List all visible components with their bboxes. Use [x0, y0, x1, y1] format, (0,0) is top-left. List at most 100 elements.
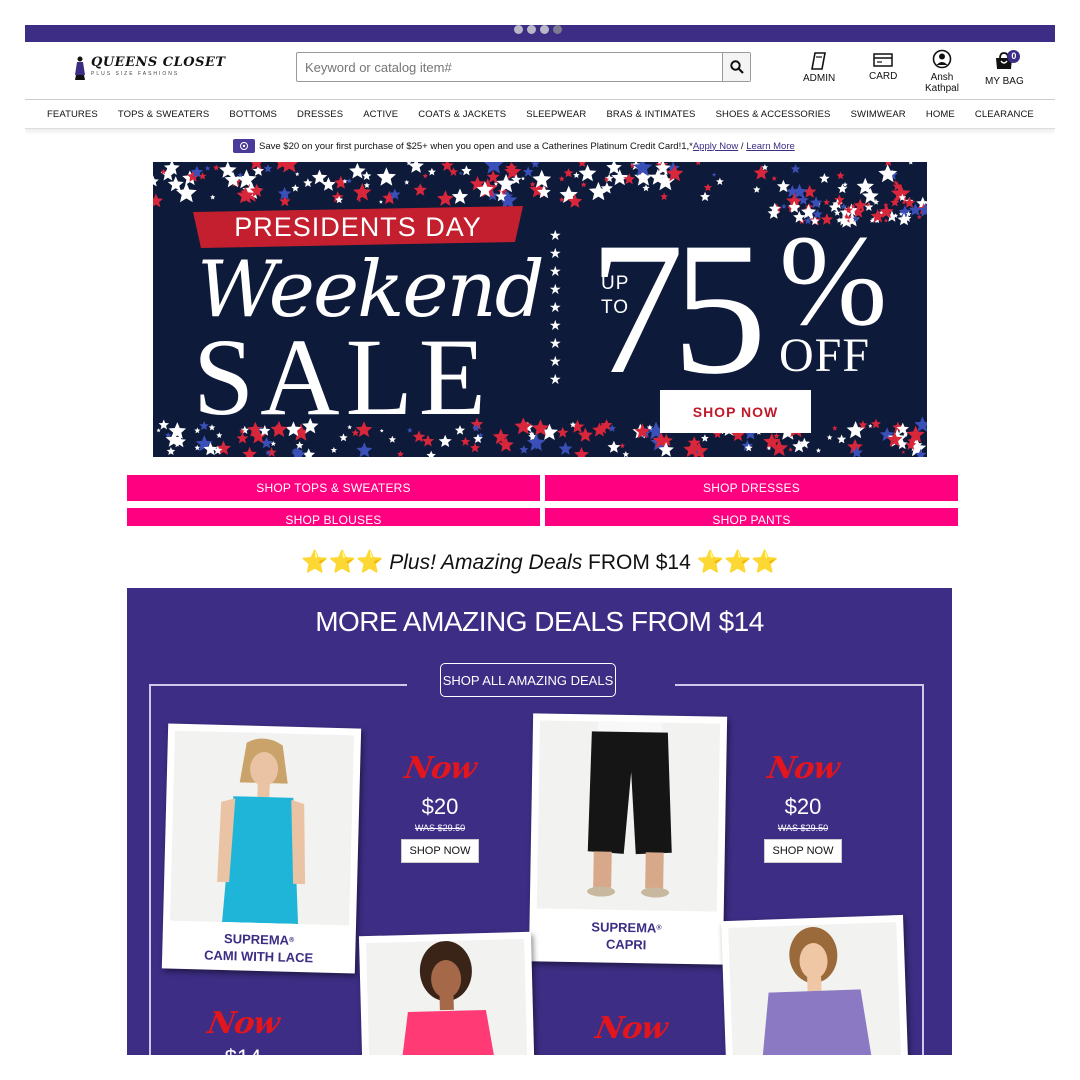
- decor-star: [563, 168, 574, 178]
- discount-number: 75: [589, 204, 767, 414]
- decor-star: [885, 162, 892, 166]
- learn-more-link[interactable]: Learn More: [746, 141, 795, 152]
- carousel-dot[interactable]: [527, 25, 536, 34]
- plus-deals-heading[interactable]: ⭐⭐⭐ Plus! Amazing Deals FROM $14 ⭐⭐⭐: [25, 549, 1055, 575]
- nav-item-dresses[interactable]: DRESSES: [297, 109, 343, 120]
- decor-star: [580, 181, 587, 188]
- nav-item-active[interactable]: ACTIVE: [363, 109, 398, 120]
- decor-star: [397, 450, 404, 457]
- product-image-capri[interactable]: [536, 720, 721, 912]
- stars-right: ⭐⭐⭐: [696, 549, 779, 574]
- decor-star: [346, 178, 352, 184]
- carousel-dot[interactable]: [514, 25, 523, 34]
- decor-star: [321, 177, 336, 191]
- logo[interactable]: QUEENS CLOSET PLUS SIZE FASHIONS: [73, 55, 226, 81]
- decor-star: [574, 446, 589, 457]
- sale-heading: SALE: [193, 316, 492, 438]
- price-block-tee-2: Now: [571, 1011, 691, 1046]
- product-image-cami[interactable]: [170, 730, 354, 926]
- product-card-capri[interactable]: SUPREMA® CAPRI: [528, 713, 728, 965]
- shop-pants-button[interactable]: SHOP PANTS: [545, 508, 958, 526]
- product-image-purple-tee[interactable]: [728, 922, 902, 1055]
- frame-line: [149, 684, 407, 686]
- decor-star: [422, 173, 428, 179]
- shop-all-deals-button[interactable]: SHOP ALL AMAZING DEALS: [440, 663, 616, 697]
- model-photo-cami: [170, 730, 354, 926]
- decor-star: [250, 162, 263, 170]
- shop-blouses-button[interactable]: SHOP BLOUSES: [127, 508, 540, 526]
- decor-star: [408, 162, 424, 173]
- product-brand: SUPREMA: [223, 931, 290, 948]
- hero-shop-now-button[interactable]: SHOP NOW: [660, 390, 811, 433]
- decor-star: [870, 418, 882, 429]
- decor-star: [158, 419, 169, 430]
- shop-now-button[interactable]: SHOP NOW: [763, 839, 843, 863]
- notebook-icon: [811, 52, 827, 70]
- decor-star: [470, 442, 480, 453]
- decor-star: [908, 162, 913, 165]
- model-photo-purple-tee: [728, 922, 902, 1055]
- carousel-dots: [514, 25, 562, 34]
- decor-star: [330, 446, 337, 453]
- decor-star: [836, 434, 847, 444]
- decor-star: [695, 162, 701, 166]
- frame-line: [922, 684, 924, 1055]
- presidents-day-banner[interactable]: PRESIDENTS DAY Weekend SALE ★ ★ ★ ★ ★ ★ ★ ★ ★ UP…: [153, 162, 927, 457]
- credit-card-icon: [873, 53, 893, 67]
- carousel-dot[interactable]: [540, 25, 549, 34]
- nav-item-home[interactable]: HOME: [926, 109, 955, 120]
- shop-now-button[interactable]: SHOP NOW: [400, 839, 480, 863]
- shop-dresses-button[interactable]: SHOP DRESSES: [545, 475, 958, 501]
- decor-star: [356, 442, 373, 457]
- apply-now-link[interactable]: Apply Now: [693, 141, 738, 152]
- search-input[interactable]: [297, 53, 722, 81]
- decor-star: [607, 440, 621, 453]
- decor-star: [458, 171, 463, 175]
- nav-item-bras-intimates[interactable]: BRAS & INTIMATES: [606, 109, 695, 120]
- was-price: WAS $29.50: [414, 823, 466, 833]
- decor-star: [362, 171, 372, 181]
- nav-item-swimwear[interactable]: SWIMWEAR: [851, 109, 906, 120]
- nav-item-clearance[interactable]: CLEARANCE: [975, 109, 1034, 120]
- product-image-pink-tee[interactable]: [366, 938, 528, 1055]
- decor-star: [558, 441, 573, 455]
- ribbon-text: PRESIDENTS DAY: [234, 211, 482, 242]
- decor-star: [716, 177, 724, 185]
- admin-link[interactable]: ADMIN: [803, 52, 835, 84]
- product-card-cami[interactable]: SUPREMA® CAMI WITH LACE: [161, 723, 362, 974]
- was-price: WAS $29.50: [777, 823, 829, 833]
- nav-item-coats-jackets[interactable]: COATS & JACKETS: [418, 109, 506, 120]
- admin-label: ADMIN: [803, 73, 836, 84]
- nav-item-bottoms[interactable]: BOTTOMS: [229, 109, 277, 120]
- decor-star: [522, 166, 534, 177]
- decor-star: [532, 169, 552, 188]
- decor-star: [573, 171, 580, 178]
- account-link[interactable]: Ansh Kathpal: [925, 49, 959, 94]
- decor-star: [557, 426, 569, 438]
- nav-item-tops-sweaters[interactable]: TOPS & SWEATERS: [118, 109, 209, 120]
- carousel-dot-active[interactable]: [553, 25, 562, 34]
- shop-tops-sweaters-button[interactable]: SHOP TOPS & SWEATERS: [127, 475, 540, 501]
- amazing-deals-section: MORE AMAZING DEALS FROM $14 SHOP ALL AMA…: [127, 588, 952, 1055]
- card-link[interactable]: CARD: [869, 52, 897, 82]
- decor-star: [194, 444, 201, 451]
- decor-star: [242, 446, 257, 457]
- decor-star: [440, 162, 454, 171]
- decor-star: [642, 184, 650, 192]
- product-card-purple-tee[interactable]: [721, 914, 909, 1055]
- product-name-cami[interactable]: SUPREMA® CAMI WITH LACE: [162, 928, 356, 967]
- decor-star: [413, 183, 427, 196]
- nav-item-features[interactable]: FEATURES: [47, 109, 98, 120]
- model-photo-capri: [536, 720, 721, 912]
- promo-text: Save $20 on your first purchase of $25+ …: [259, 140, 693, 152]
- decor-star: [153, 175, 159, 187]
- nav-item-shoes-accessories[interactable]: SHOES & ACCESSORIES: [716, 109, 831, 120]
- decor-star: [303, 178, 313, 187]
- bag-link[interactable]: 0 MY BAG: [985, 50, 1024, 87]
- product-card-pink-tee[interactable]: [358, 931, 536, 1055]
- nav-item-sleepwear[interactable]: SLEEPWEAR: [526, 109, 586, 120]
- search-bar: [296, 52, 751, 82]
- decor-star: [578, 162, 587, 167]
- search-button[interactable]: [722, 53, 750, 81]
- product-name-capri[interactable]: SUPREMA® CAPRI: [529, 917, 724, 954]
